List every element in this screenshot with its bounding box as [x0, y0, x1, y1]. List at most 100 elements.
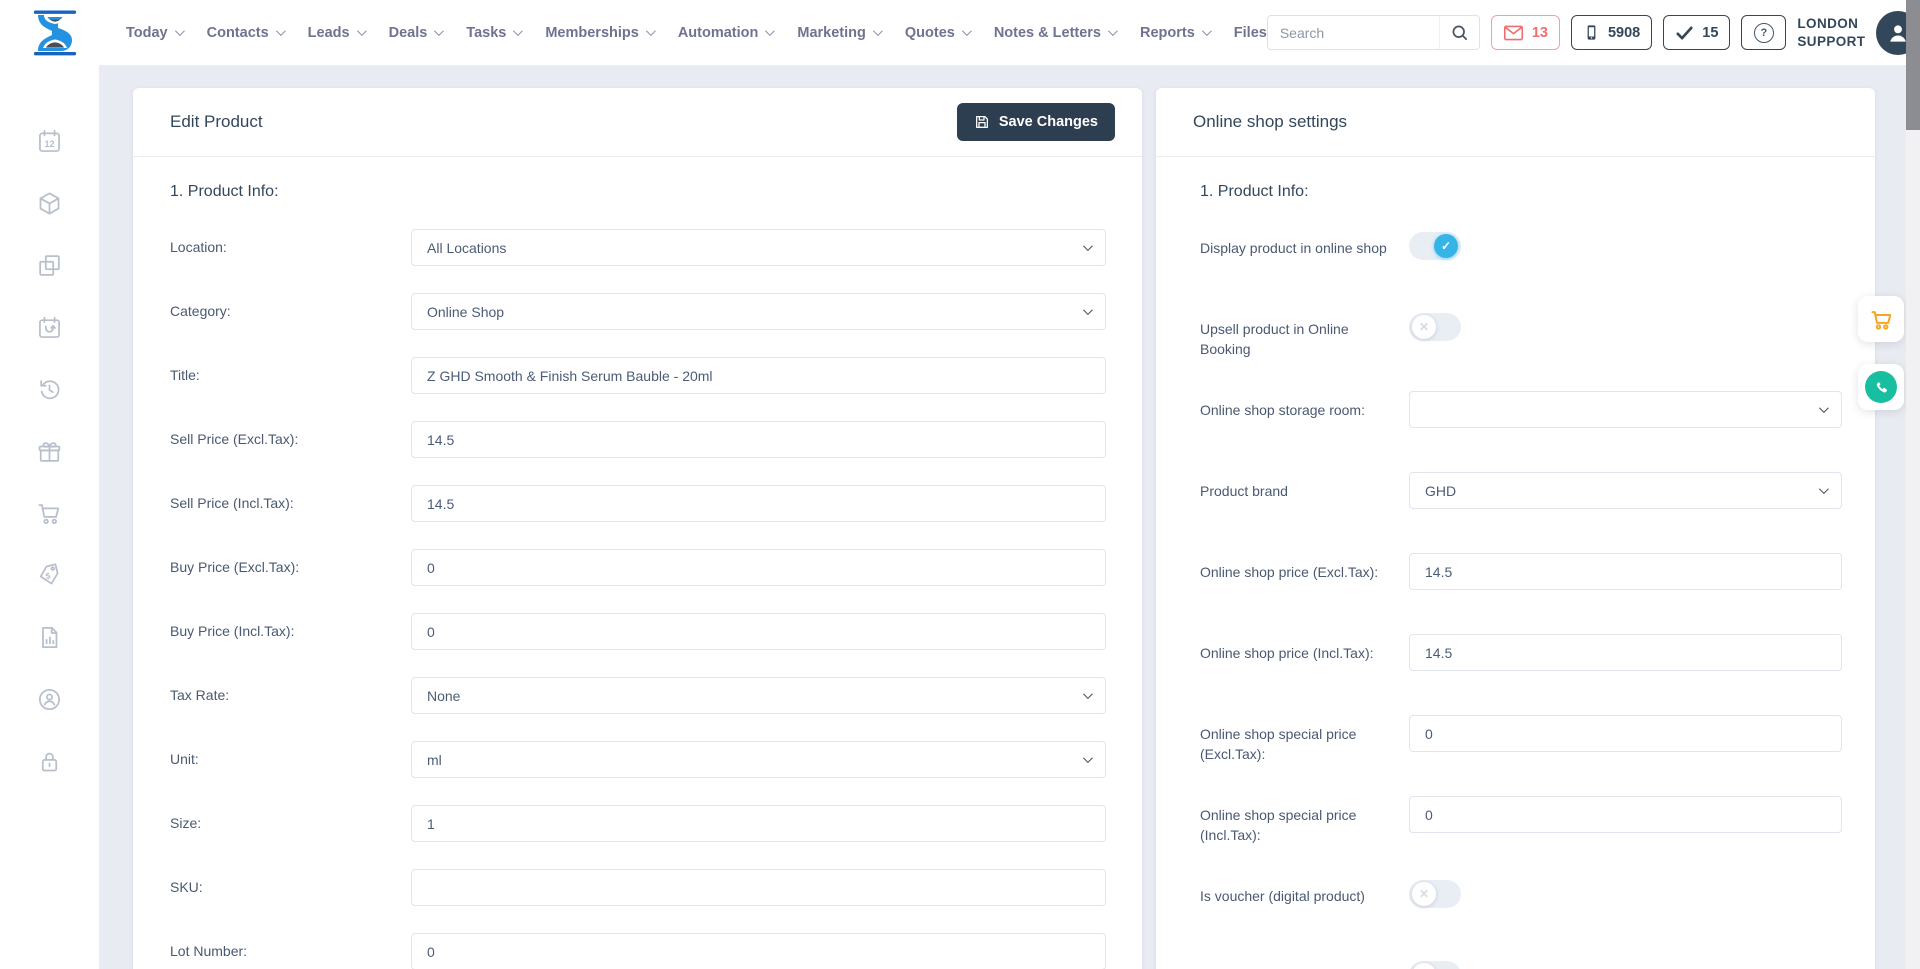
online-shop-special-price-excl-tax-label: Online shop special price (Excl.Tax): — [1200, 715, 1409, 765]
next-setting-partial-toggle[interactable]: ✕ — [1409, 961, 1461, 969]
messages-count: 13 — [1532, 25, 1548, 41]
price-tag-icon: $ — [36, 562, 63, 589]
nav-item-leads[interactable]: Leads — [308, 25, 364, 41]
online-shop-section-title: 1. Product Info: — [1200, 183, 1842, 201]
search-input[interactable] — [1268, 25, 1439, 41]
chevron-down-icon — [1083, 241, 1093, 251]
online-shop-cart-button[interactable] — [1858, 296, 1904, 342]
lot-number-label: Lot Number: — [170, 941, 411, 961]
rail-calendar-icon[interactable]: 12 — [30, 121, 70, 161]
edit-product-panel: Edit Product Save Changes 1. Product Inf… — [133, 88, 1142, 969]
nav-item-quotes[interactable]: Quotes — [905, 25, 969, 41]
size-label: Size: — [170, 813, 411, 833]
nav-item-reports[interactable]: Reports — [1140, 25, 1209, 41]
online-shop-price-excl-tax-input[interactable] — [1409, 553, 1842, 590]
rail-cart-icon[interactable] — [30, 493, 70, 533]
display-product-in-online-shop-toggle[interactable]: ✓ — [1409, 232, 1461, 260]
is-voucher-digital-product-label: Is voucher (digital product) — [1200, 877, 1409, 906]
rail-price-tag-icon[interactable]: $ — [30, 555, 70, 595]
buy-price-excl-tax-label: Buy Price (Excl.Tax): — [170, 557, 411, 577]
gift-icon — [36, 438, 63, 465]
form-row-title: Title: — [170, 357, 1106, 394]
nav-item-marketing[interactable]: Marketing — [797, 25, 880, 41]
sku-input[interactable] — [411, 869, 1106, 906]
next-setting-partial-label — [1200, 958, 1409, 967]
products-box-icon — [36, 190, 63, 217]
rail-gift-icon[interactable] — [30, 431, 70, 471]
nav-item-today[interactable]: Today — [126, 25, 182, 41]
sell-price-excl-tax-label: Sell Price (Excl.Tax): — [170, 429, 411, 449]
tasks-badge[interactable]: 15 — [1663, 15, 1730, 50]
rail-history-icon[interactable] — [30, 369, 70, 409]
lot-number-input[interactable] — [411, 933, 1106, 969]
chevron-down-icon — [1819, 403, 1829, 413]
sell-price-excl-tax-input[interactable] — [411, 421, 1106, 458]
save-changes-button[interactable]: Save Changes — [957, 103, 1115, 141]
upsell-product-in-online-booking-toggle[interactable]: ✕ — [1409, 313, 1461, 341]
nav-item-files[interactable]: Files — [1234, 25, 1267, 41]
nav-item-automation[interactable]: Automation — [678, 25, 773, 41]
edit-product-header: Edit Product Save Changes — [133, 88, 1142, 157]
call-support-button[interactable] — [1858, 364, 1904, 410]
title-input[interactable] — [411, 357, 1106, 394]
calls-badge[interactable]: 5908 — [1571, 15, 1652, 50]
size-input[interactable] — [411, 805, 1106, 842]
top-navbar: Today Contacts Leads Deals Tasks Memberships A… — [0, 0, 1906, 65]
sell-price-incl-tax-input[interactable] — [411, 485, 1106, 522]
online-shop-price-incl-tax-label: Online shop price (Incl.Tax): — [1200, 634, 1409, 663]
online-shop-special-price-excl-tax-input[interactable] — [1409, 715, 1842, 752]
category-select[interactable]: Online Shop — [411, 293, 1106, 330]
rail-lock-icon[interactable] — [30, 741, 70, 781]
buy-price-incl-tax-label: Buy Price (Incl.Tax): — [170, 621, 411, 641]
product-brand-label: Product brand — [1200, 472, 1409, 501]
form-row-upsell-product-in-online-booking: Upsell product in Online Booking✕ — [1200, 310, 1842, 366]
calendar-icon: 12 — [36, 128, 63, 155]
buy-price-incl-tax-input[interactable] — [411, 613, 1106, 650]
nav-item-contacts[interactable]: Contacts — [207, 25, 283, 41]
nav-item-notes-letters[interactable]: Notes & Letters — [994, 25, 1115, 41]
help-button[interactable]: ? — [1741, 15, 1786, 50]
form-row-size: Size: — [170, 805, 1106, 842]
unit-select[interactable]: ml — [411, 741, 1106, 778]
form-row-online-shop-price-incl-tax: Online shop price (Incl.Tax): — [1200, 634, 1842, 690]
form-row-online-shop-storage-room: Online shop storage room: — [1200, 391, 1842, 447]
chevron-down-icon — [1202, 26, 1212, 36]
form-row-display-product-in-online-shop: Display product in online shop✓ — [1200, 229, 1842, 285]
search-icon[interactable] — [1439, 16, 1479, 49]
tax-rate-label: Tax Rate: — [170, 685, 411, 705]
vertical-scrollbar[interactable] — [1906, 0, 1920, 969]
product-brand-select[interactable]: GHD — [1409, 472, 1842, 509]
envelope-icon — [1503, 24, 1524, 42]
online-shop-price-incl-tax-input[interactable] — [1409, 634, 1842, 671]
hourglass-logo-icon — [28, 9, 82, 57]
svg-text:$: $ — [44, 570, 51, 581]
messages-badge[interactable]: 13 — [1491, 15, 1560, 50]
online-shop-special-price-incl-tax-input[interactable] — [1409, 796, 1842, 833]
nav-item-deals[interactable]: Deals — [389, 25, 442, 41]
scrollbar-thumb[interactable] — [1906, 0, 1920, 130]
rail-report-icon[interactable] — [30, 617, 70, 657]
rail-account-sync-icon[interactable] — [30, 679, 70, 719]
form-row-sell-price-excl-tax: Sell Price (Excl.Tax): — [170, 421, 1106, 458]
chevron-down-icon — [1083, 689, 1093, 699]
app-logo[interactable] — [28, 9, 82, 57]
rail-products-box-icon[interactable] — [30, 183, 70, 223]
online-shop-storage-room-label: Online shop storage room: — [1200, 391, 1409, 420]
edit-product-body: 1. Product Info: Location:All LocationsC… — [133, 157, 1142, 969]
buy-price-excl-tax-input[interactable] — [411, 549, 1106, 586]
form-row-online-shop-price-excl-tax: Online shop price (Excl.Tax): — [1200, 553, 1842, 609]
is-voucher-digital-product-toggle[interactable]: ✕ — [1409, 880, 1461, 908]
online-shop-storage-room-select[interactable] — [1409, 391, 1842, 428]
tax-rate-select[interactable]: None — [411, 677, 1106, 714]
form-row-buy-price-incl-tax: Buy Price (Incl.Tax): — [170, 613, 1106, 650]
location-select[interactable]: All Locations — [411, 229, 1106, 266]
nav-item-tasks[interactable]: Tasks — [466, 25, 520, 41]
rail-duplicate-icon[interactable] — [30, 245, 70, 285]
nav-item-memberships[interactable]: Memberships — [545, 25, 652, 41]
form-row-product-brand: Product brandGHD — [1200, 472, 1842, 528]
rail-booking-calendar-icon[interactable] — [30, 307, 70, 347]
form-row-tax-rate: Tax Rate:None — [170, 677, 1106, 714]
form-row-unit: Unit:ml — [170, 741, 1106, 778]
svg-text:12: 12 — [44, 139, 54, 149]
left-icon-rail: 12 $ — [0, 65, 99, 969]
